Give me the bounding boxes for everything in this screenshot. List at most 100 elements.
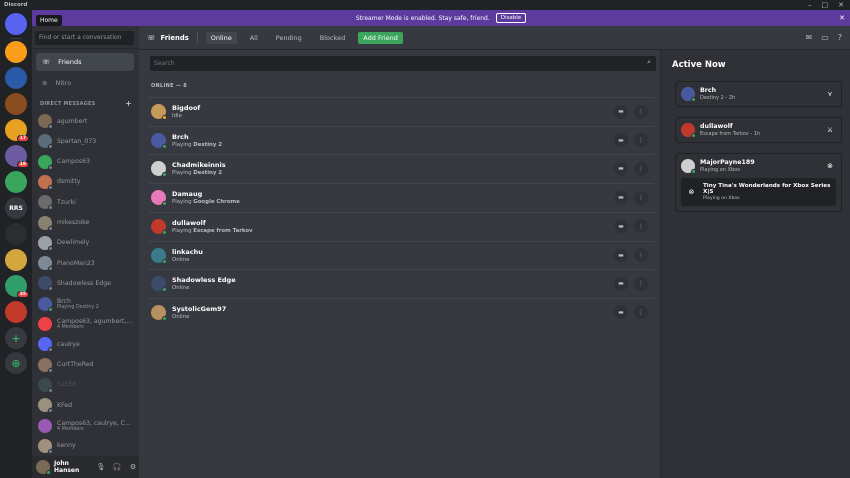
dm-list-item[interactable]: PianoMan23 (36, 254, 134, 272)
new-group-dm-icon[interactable]: ✉ (805, 33, 812, 42)
settings-gear-icon[interactable]: ⚙ (127, 463, 139, 471)
dm-list-item[interactable]: Tzurki (36, 193, 134, 211)
friend-row[interactable]: linkachu Online ▬ ⋮ (149, 240, 654, 269)
server-icon[interactable] (5, 171, 27, 193)
game-title: Tiny Tina's Wonderlands for Xbox Series … (702, 183, 831, 195)
nav-friends[interactable]: ☏ Friends (36, 53, 134, 71)
create-dm-icon[interactable]: + (125, 100, 132, 108)
more-options-icon[interactable]: ⋮ (634, 276, 648, 291)
server-icon[interactable]: RRS (5, 197, 27, 219)
explore-servers-icon[interactable]: ⊕ (5, 352, 27, 374)
close-window-icon[interactable]: ✕ (838, 1, 844, 9)
dm-list-item[interactable]: Campos63, agumbert, ... 4 Members (36, 315, 134, 333)
add-friend-button[interactable]: Add Friend (358, 31, 403, 44)
tab-online[interactable]: Online (205, 31, 237, 44)
more-options-icon[interactable]: ⋮ (634, 190, 648, 205)
mic-icon[interactable]: 🎙 (95, 463, 107, 471)
status-indicator (691, 133, 696, 138)
dm-list-item[interactable]: Brch Playing Destiny 2 (36, 295, 134, 313)
find-conversation-input[interactable]: Find or start a conversation (35, 31, 134, 45)
message-icon[interactable]: ▬ (614, 133, 628, 148)
active-user-name: MajorPayne189 (700, 159, 755, 166)
dm-name: Campos63 (57, 158, 90, 166)
message-icon[interactable]: ▬ (614, 104, 628, 119)
server-icon[interactable]: 19 (5, 145, 29, 168)
headset-icon[interactable]: 🎧 (111, 463, 123, 471)
friend-activity: Playing Destiny 2 (172, 142, 222, 148)
server-icon[interactable] (5, 41, 27, 63)
inbox-icon[interactable]: ▭ (821, 33, 829, 42)
dm-list-item[interactable]: dsmitty (36, 173, 134, 191)
server-icon[interactable] (5, 301, 27, 323)
more-options-icon[interactable]: ⋮ (634, 104, 648, 119)
dm-list-item[interactable]: mikeszoke (36, 214, 134, 232)
friend-row[interactable]: dullawolf Playing Escape from Tarkov ▬ ⋮ (149, 211, 654, 240)
dm-list-item[interactable]: Dewlimely (36, 234, 134, 252)
friend-row[interactable]: Brch Playing Destiny 2 ▬ ⋮ (149, 125, 654, 154)
avatar (38, 296, 53, 312)
friend-row[interactable]: Chadmikeinnis Playing Destiny 2 ▬ ⋮ (149, 154, 654, 182)
message-icon[interactable]: ▬ (614, 161, 628, 176)
server-icon[interactable]: 17 (5, 119, 29, 142)
friends-search-input[interactable]: Search ⌕ (150, 56, 656, 71)
dm-list-item[interactable]: Spartan_073 (36, 132, 134, 150)
avatar[interactable] (36, 460, 51, 475)
friend-row[interactable]: Damaug Playing Google Chrome ▬ ⋮ (149, 183, 654, 211)
direct-messages-label: DIRECT MESSAGES (40, 101, 96, 107)
active-now-card[interactable]: dullawolf Escape from Tarkov - 1h ⚔ (675, 117, 842, 143)
friend-row[interactable]: SystolicGem97 Online ▬ ⋮ (149, 297, 654, 326)
dm-list-item[interactable]: agumbert (36, 112, 134, 130)
tab-blocked[interactable]: Blocked (315, 32, 350, 44)
friend-row[interactable]: Bigdoof Idle ▬ ⋮ (149, 97, 654, 125)
message-icon[interactable]: ▬ (614, 276, 628, 291)
game-activity-detail[interactable]: ⊗ Tiny Tina's Wonderlands for Xbox Series… (681, 178, 836, 206)
dm-name: caulrye (57, 340, 80, 348)
active-now-panel (660, 50, 850, 478)
active-now-card[interactable]: MajorPayne189 Playing on Xbox ⊗ ⊗ Tiny Tina'… (675, 153, 842, 212)
more-options-icon[interactable]: ⋮ (634, 305, 648, 320)
home-discord-icon[interactable] (5, 13, 27, 35)
dm-list-item[interactable]: CurtTheRed (36, 356, 134, 374)
message-icon[interactable]: ▬ (614, 219, 628, 234)
dm-name: Tzurki (57, 198, 76, 206)
add-server-icon[interactable]: + (5, 327, 27, 349)
more-options-icon[interactable]: ⋮ (634, 161, 648, 176)
tab-all[interactable]: All (245, 32, 263, 44)
help-icon[interactable]: ? (838, 33, 842, 42)
tab-pending[interactable]: Pending (271, 32, 307, 44)
more-options-icon[interactable]: ⋮ (634, 248, 648, 262)
dm-list-item[interactable]: KFed (36, 396, 134, 414)
dm-list-item[interactable]: Shadowless Edge (36, 274, 134, 292)
more-options-icon[interactable]: ⋮ (634, 219, 648, 234)
server-icon[interactable] (5, 223, 27, 245)
friend-name: linkachu (172, 247, 203, 256)
message-icon[interactable]: ▬ (614, 248, 628, 262)
server-icon[interactable] (5, 67, 27, 89)
more-options-icon[interactable]: ⋮ (634, 133, 648, 148)
friends-title: ☏ Friends (147, 34, 189, 42)
friends-icon: ☏ (42, 58, 51, 66)
dm-list-item[interactable]: S1EEK (36, 376, 134, 394)
close-banner-icon[interactable]: ✕ (839, 14, 845, 22)
dm-list-item[interactable]: Campos63, caulrye, C... 4 Members (36, 417, 134, 435)
status-indicator (48, 184, 53, 190)
dm-list-item[interactable]: kenny (36, 437, 134, 455)
minimize-icon[interactable]: – (808, 1, 812, 9)
message-icon[interactable]: ▬ (614, 190, 628, 205)
server-icon[interactable] (5, 93, 27, 115)
friend-name: Damaug (172, 190, 203, 199)
server-icon[interactable]: 35 (5, 275, 29, 298)
status-indicator (48, 205, 53, 211)
dm-list-item[interactable]: caulrye (36, 335, 134, 353)
friend-row[interactable]: Shadowless Edge Online ▬ ⋮ (149, 269, 654, 297)
maximize-icon[interactable]: □ (822, 1, 829, 9)
active-now-card[interactable]: Brch Destiny 2 - 2h ⋎ (675, 81, 842, 107)
nav-nitro[interactable]: ⊛ Nitro (36, 74, 134, 92)
status-indicator (48, 387, 53, 393)
dm-name: Spartan_073 (57, 137, 97, 145)
dm-list-item[interactable]: Campos63 (36, 153, 134, 171)
message-icon[interactable]: ▬ (614, 305, 628, 320)
status-indicator (162, 315, 167, 321)
server-icon[interactable] (5, 249, 27, 271)
disable-button[interactable]: Disable (495, 13, 527, 23)
